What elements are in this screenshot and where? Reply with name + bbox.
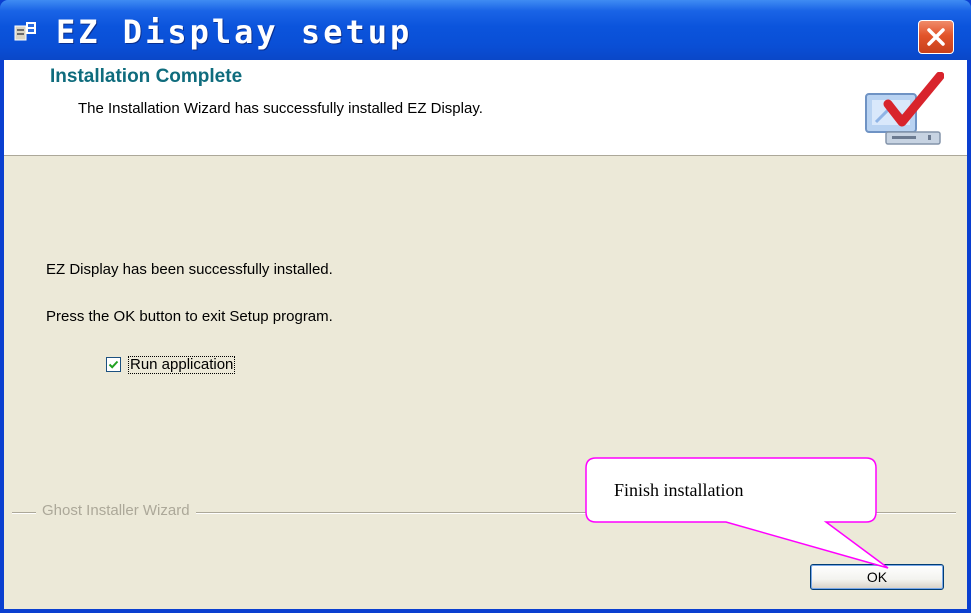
annotation-callout (585, 457, 889, 569)
annotation-text: Finish installation (614, 480, 744, 500)
setup-window: EZ Display setup Installation Complete T… (0, 0, 971, 613)
